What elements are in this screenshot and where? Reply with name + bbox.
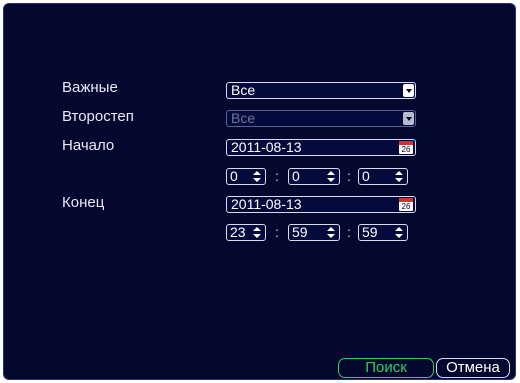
spin-arrows-icon[interactable] — [253, 227, 261, 238]
spin-arrows-icon[interactable] — [395, 227, 403, 238]
end-minute-spinner[interactable]: 59 — [288, 224, 340, 241]
important-label: Важные — [62, 79, 118, 96]
start-hour-value: 0 — [230, 168, 238, 184]
search-dialog: Важные Все Второстеп Все Начало 2011-08-… — [3, 3, 516, 380]
end-hour-value: 23 — [230, 224, 246, 240]
end-minute-value: 59 — [292, 224, 308, 240]
start-second-spinner[interactable]: 0 — [358, 168, 408, 185]
start-label: Начало — [62, 137, 115, 154]
secondary-select-value: Все — [231, 110, 256, 126]
start-date-field[interactable]: 2011-08-13 26 — [226, 139, 416, 156]
start-minute-value: 0 — [292, 168, 300, 184]
spin-arrows-icon[interactable] — [253, 171, 261, 182]
end-label: Конец — [62, 194, 105, 211]
end-second-value: 59 — [362, 224, 378, 240]
spin-arrows-icon[interactable] — [327, 227, 335, 238]
secondary-label: Второстеп — [62, 108, 134, 125]
calendar-day: 26 — [401, 145, 411, 154]
secondary-select[interactable]: Все — [226, 110, 416, 127]
time-separator: : — [347, 168, 351, 184]
calendar-icon[interactable]: 26 — [399, 198, 413, 211]
start-date-value: 2011-08-13 — [231, 139, 302, 155]
chevron-down-icon[interactable] — [403, 84, 414, 97]
time-separator: : — [347, 224, 351, 240]
end-hour-spinner[interactable]: 23 — [226, 224, 266, 241]
calendar-day: 26 — [401, 202, 411, 211]
end-second-spinner[interactable]: 59 — [358, 224, 408, 241]
spin-arrows-icon[interactable] — [327, 171, 335, 182]
important-select-value: Все — [231, 82, 256, 98]
end-date-value: 2011-08-13 — [231, 196, 302, 212]
chevron-down-icon[interactable] — [403, 112, 414, 125]
calendar-icon[interactable]: 26 — [399, 141, 413, 154]
search-button[interactable]: Поиск — [338, 358, 434, 378]
start-hour-spinner[interactable]: 0 — [226, 168, 266, 185]
start-second-value: 0 — [362, 168, 370, 184]
end-date-field[interactable]: 2011-08-13 26 — [226, 196, 416, 213]
important-select[interactable]: Все — [226, 82, 416, 99]
spin-arrows-icon[interactable] — [395, 171, 403, 182]
start-minute-spinner[interactable]: 0 — [288, 168, 340, 185]
cancel-button[interactable]: Отмена — [436, 358, 510, 378]
time-separator: : — [275, 168, 279, 184]
time-separator: : — [275, 224, 279, 240]
